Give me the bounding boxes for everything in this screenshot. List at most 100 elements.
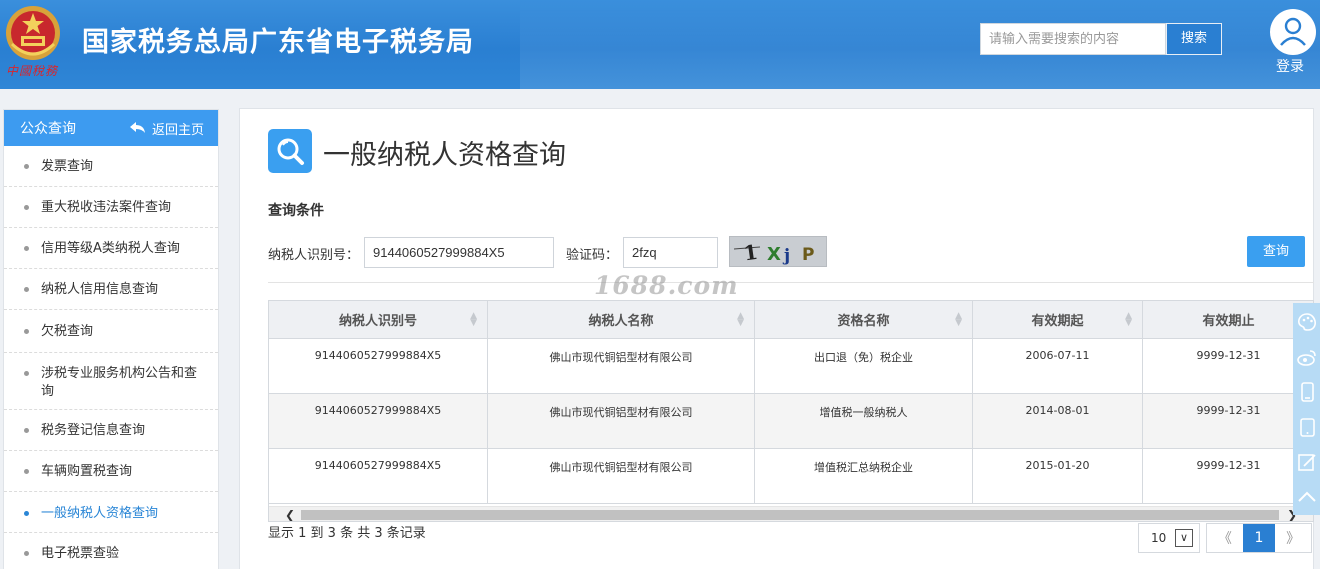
prev-page-button[interactable]: 《 xyxy=(1207,524,1243,552)
search-button[interactable]: 搜索 xyxy=(1166,23,1222,55)
table-cell: 9999-12-31 xyxy=(1143,394,1313,449)
user-avatar-icon[interactable] xyxy=(1270,9,1316,55)
sidebar-item-label: 发票查询 xyxy=(41,159,94,174)
taxpayer-id-input[interactable]: 9144060527999884X5 xyxy=(364,237,554,268)
sidebar-header: 公众查询 返回主页 xyxy=(4,110,218,146)
bullet-icon xyxy=(24,246,29,251)
sidebar-item[interactable]: 重大税收违法案件查询 xyxy=(4,187,218,228)
next-page-button[interactable]: 》 xyxy=(1275,524,1311,552)
query-button[interactable]: 查询 xyxy=(1247,236,1305,267)
column-header[interactable]: 资格名称 ▲ ▼ xyxy=(755,301,973,339)
sidebar-item-label: 欠税查询 xyxy=(41,324,94,339)
captcha-char: j xyxy=(782,246,790,266)
search-magnifier-icon xyxy=(268,129,312,173)
sidebar-item[interactable]: 车辆购置税查询 xyxy=(4,451,218,492)
table-cell: 9144060527999884X5 xyxy=(269,449,488,504)
watermark: 1688.com xyxy=(594,271,739,300)
bullet-icon xyxy=(24,164,29,169)
table-cell: 9999-12-31 xyxy=(1143,339,1313,394)
captcha-char: X xyxy=(767,244,781,265)
table-cell: 增值税一般纳税人 xyxy=(755,394,973,449)
sidebar: 公众查询 返回主页 发票查询重大税收违法案件查询 信用等级A类纳税人查询 纳税人信用… xyxy=(3,109,219,569)
table-cell: 佛山市现代铜铝型材有限公司 xyxy=(488,449,755,504)
sidebar-item[interactable]: 税务登记信息查询 xyxy=(4,410,218,451)
sidebar-title: 公众查询 xyxy=(20,121,76,137)
current-page-button[interactable]: 1 xyxy=(1242,524,1276,552)
back-home-link[interactable]: 返回主页 xyxy=(129,119,204,138)
back-arrow-icon xyxy=(129,122,145,133)
column-header[interactable]: 纳税人识别号 ▲ ▼ xyxy=(269,301,488,339)
sidebar-item[interactable]: 信用等级A类纳税人查询 xyxy=(4,228,218,269)
divider xyxy=(268,282,1314,283)
login-link[interactable]: 登录 xyxy=(1276,56,1304,76)
floating-toolbar xyxy=(1293,303,1320,515)
bullet-icon xyxy=(24,205,29,210)
page-size-value: 10 xyxy=(1151,531,1167,545)
table-cell: 佛山市现代铜铝型材有限公司 xyxy=(488,339,755,394)
table-cell: 9999-12-31 xyxy=(1143,449,1313,504)
captcha-image[interactable]: 1 X j P xyxy=(729,236,827,267)
bullet-icon xyxy=(24,551,29,556)
sidebar-item[interactable]: 发票查询 xyxy=(4,146,218,187)
bullet-icon xyxy=(24,428,29,433)
sidebar-item[interactable]: 涉税专业服务机构公告和查询 xyxy=(4,353,218,410)
sort-icon[interactable]: ▲ ▼ xyxy=(737,312,744,328)
sidebar-item[interactable]: 电子税票查验 xyxy=(4,533,218,569)
taxpayer-id-label: 纳税人识别号： xyxy=(268,248,360,263)
column-header-label: 纳税人识别号 xyxy=(338,314,417,329)
back-home-label: 返回主页 xyxy=(151,122,204,138)
column-header-label: 有效期起 xyxy=(1031,314,1084,329)
table-cell: 2015-01-20 xyxy=(973,449,1143,504)
sidebar-item[interactable]: 一般纳税人资格查询 xyxy=(4,492,218,533)
table-cell: 9144060527999884X5 xyxy=(269,394,488,449)
sidebar-item[interactable]: 纳税人信用信息查询 xyxy=(4,269,218,310)
table-cell: 出口退（免）税企业 xyxy=(755,339,973,394)
edit-icon[interactable] xyxy=(1294,445,1320,479)
sidebar-menu: 发票查询重大税收违法案件查询 信用等级A类纳税人查询 纳税人信用信息查询 欠税查询涉税… xyxy=(4,146,218,569)
table-cell: 增值税汇总纳税企业 xyxy=(755,449,973,504)
column-header[interactable]: 有效期止 xyxy=(1143,301,1313,339)
sort-icon[interactable]: ▲ ▼ xyxy=(1125,312,1132,328)
scroll-left-icon[interactable]: ❮ xyxy=(285,507,295,521)
bullet-icon xyxy=(24,329,29,334)
captcha-char: P xyxy=(802,245,814,265)
column-header-label: 资格名称 xyxy=(837,314,890,329)
page-size-select[interactable]: 10 ∨ xyxy=(1138,523,1200,553)
captcha-label: 验证码： xyxy=(566,248,619,263)
main-panel: 一般纳税人资格查询 查询条件 纳税人识别号： 9144060527999884X… xyxy=(239,108,1314,569)
sort-icon[interactable]: ▲ ▼ xyxy=(470,312,477,328)
column-header[interactable]: 有效期起 ▲ ▼ xyxy=(973,301,1143,339)
table-cell: 9144060527999884X5 xyxy=(269,339,488,394)
sidebar-item-label: 纳税人信用信息查询 xyxy=(41,282,159,297)
emblem-caption: 中國稅務 xyxy=(6,64,59,78)
bullet-icon xyxy=(24,511,29,516)
scrollbar-thumb[interactable] xyxy=(301,510,1279,520)
tablet-icon[interactable] xyxy=(1294,410,1320,444)
palette-icon[interactable] xyxy=(1294,305,1320,339)
captcha-char: 1 xyxy=(742,240,759,266)
sidebar-item-label: 重大税收违法案件查询 xyxy=(41,200,172,215)
sidebar-item-label: 信用等级A类纳税人查询 xyxy=(41,241,180,256)
back-to-top-icon[interactable] xyxy=(1294,480,1320,514)
sidebar-item-label: 车辆购置税查询 xyxy=(41,464,133,479)
mobile-icon[interactable] xyxy=(1294,375,1320,409)
site-title: 国家税务总局广东省电子税务局 xyxy=(82,27,474,58)
search-input[interactable]: 请输入需要搜索的内容 xyxy=(980,23,1166,55)
results-table: 纳税人识别号 ▲ ▼ 纳税人名称 ▲ ▼ 资格名称 ▲ ▼ 有效期起 ▲ ▼ 有效期止 914406052… xyxy=(268,300,1314,522)
sidebar-item-label: 涉税专业服务机构公告和查询 xyxy=(41,366,198,399)
pagination: 《 1 》 xyxy=(1206,523,1312,553)
horizontal-scrollbar[interactable]: ❮ ❯ xyxy=(269,506,1313,521)
national-emblem-icon xyxy=(6,6,60,60)
table-cell: 2014-08-01 xyxy=(973,394,1143,449)
chevron-down-icon[interactable]: ∨ xyxy=(1175,529,1193,547)
header: 中國稅務 国家税务总局广东省电子税务局 请输入需要搜索的内容 搜索 登录 xyxy=(0,0,1320,89)
column-header-label: 有效期止 xyxy=(1202,314,1255,329)
sort-icon[interactable]: ▲ ▼ xyxy=(955,312,962,328)
captcha-input[interactable]: 2fzq xyxy=(623,237,718,268)
column-header-label: 纳税人名称 xyxy=(588,314,654,329)
record-count-info: 显示 1 到 3 条 共 3 条记录 xyxy=(268,526,426,541)
weibo-icon[interactable] xyxy=(1294,340,1320,374)
sidebar-item[interactable]: 欠税查询 xyxy=(4,310,218,353)
sidebar-item-label: 电子税票查验 xyxy=(41,546,120,561)
column-header[interactable]: 纳税人名称 ▲ ▼ xyxy=(488,301,755,339)
